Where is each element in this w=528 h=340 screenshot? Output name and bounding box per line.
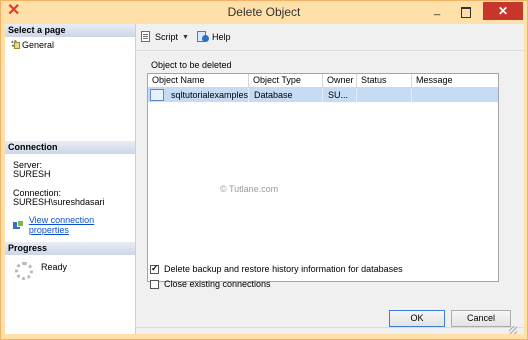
resize-grip-icon[interactable] bbox=[509, 326, 517, 334]
title-bar[interactable]: ✕ Delete Object _ ✕ bbox=[1, 1, 527, 23]
maximize-icon bbox=[461, 7, 471, 18]
maximize-button[interactable] bbox=[454, 5, 476, 19]
close-connections-option[interactable]: Close existing connections bbox=[150, 279, 271, 289]
connection-properties-icon bbox=[13, 220, 25, 230]
delete-history-option[interactable]: Delete backup and restore history inform… bbox=[150, 263, 403, 274]
toolbar: Script ▼ Help bbox=[140, 29, 238, 45]
connection-header: Connection bbox=[5, 141, 135, 154]
cell-object-type: Database bbox=[249, 88, 323, 102]
close-connections-checkbox[interactable] bbox=[150, 279, 159, 289]
button-bar-divider bbox=[135, 327, 524, 328]
cell-message bbox=[412, 88, 498, 102]
page-item-general[interactable]: General bbox=[10, 39, 54, 50]
row-selector[interactable] bbox=[150, 89, 164, 101]
script-label: Script bbox=[155, 32, 179, 42]
view-connection-properties-link[interactable]: View connection properties bbox=[29, 215, 135, 235]
progress-header: Progress bbox=[5, 242, 135, 255]
close-button[interactable]: ✕ bbox=[483, 2, 523, 20]
toolbar-divider bbox=[135, 50, 524, 51]
objects-grid[interactable]: Object Name Object Type Owner Status Mes… bbox=[147, 73, 499, 282]
close-connections-label: Close existing connections bbox=[164, 279, 271, 289]
general-page-icon bbox=[10, 40, 20, 49]
cell-object-name: sqltutorialexamples bbox=[166, 88, 249, 102]
server-value: SURESH bbox=[13, 169, 51, 179]
left-pane: Select a page General Connection Server:… bbox=[5, 24, 136, 334]
column-header-status[interactable]: Status bbox=[357, 74, 412, 87]
help-icon bbox=[196, 31, 209, 43]
chevron-down-icon[interactable]: ▼ bbox=[182, 34, 189, 41]
column-header-object-type[interactable]: Object Type bbox=[249, 74, 323, 87]
progress-spinner-icon bbox=[15, 262, 33, 280]
progress-status: Ready bbox=[41, 262, 68, 272]
dialog-window: ✕ Delete Object _ ✕ Select a page Genera… bbox=[0, 0, 528, 340]
cell-owner: SU... bbox=[323, 88, 357, 102]
script-icon bbox=[140, 31, 152, 43]
page-item-label: General bbox=[22, 39, 55, 50]
grid-header: Object Name Object Type Owner Status Mes… bbox=[148, 74, 498, 88]
watermark: © Tutlane.com bbox=[220, 184, 279, 194]
connection-value: SURESH\sureshdasari bbox=[13, 197, 105, 207]
column-header-message[interactable]: Message bbox=[412, 74, 498, 87]
script-button[interactable]: Script ▼ bbox=[140, 31, 189, 43]
objects-section-label: Object to be deleted bbox=[151, 60, 232, 70]
column-header-object-name[interactable]: Object Name bbox=[148, 74, 249, 87]
close-icon: ✕ bbox=[497, 4, 509, 18]
delete-history-checkbox[interactable] bbox=[150, 263, 159, 274]
window-title: Delete Object bbox=[227, 5, 301, 19]
select-page-header: Select a page bbox=[5, 24, 135, 37]
table-row[interactable]: sqltutorialexamples Database SU... bbox=[148, 88, 498, 102]
cancel-button[interactable]: Cancel bbox=[451, 310, 511, 327]
view-connection-properties-row[interactable]: View connection properties bbox=[13, 215, 135, 235]
help-label: Help bbox=[211, 32, 231, 42]
column-header-owner[interactable]: Owner bbox=[323, 74, 357, 87]
help-button[interactable]: Help bbox=[196, 31, 231, 43]
cell-status bbox=[357, 88, 412, 102]
ok-button[interactable]: OK bbox=[389, 310, 445, 327]
minimize-button[interactable]: _ bbox=[426, 5, 448, 19]
dialog-content: Select a page General Connection Server:… bbox=[5, 24, 524, 334]
delete-history-label: Delete backup and restore history inform… bbox=[164, 264, 403, 274]
